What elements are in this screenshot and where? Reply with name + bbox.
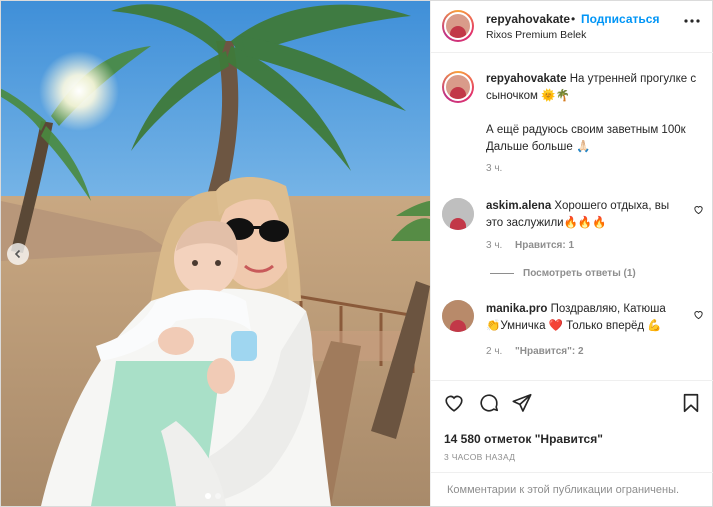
beach-selfie-image — [1, 1, 430, 506]
heart-icon — [694, 311, 703, 320]
comment-line-1: Хорошего отдыха, вы — [554, 200, 670, 212]
location-link[interactable]: Rixos Premium Belek — [486, 29, 586, 41]
comment-username[interactable]: askim.alena — [486, 200, 551, 212]
share-button[interactable] — [511, 392, 533, 417]
carousel-dot-2 — [215, 493, 221, 499]
likes-count[interactable]: 14 580 отметок "Нравится" — [444, 432, 603, 446]
caption-line-3: А ещё радуюсь своим заветным 100к — [486, 124, 686, 136]
view-replies-button[interactable]: Посмотреть ответы (1) — [490, 268, 636, 279]
separator-dot: • — [571, 12, 576, 26]
caption-time[interactable]: 3 ч. — [486, 163, 502, 174]
comment-text: askim.alena Хорошего отдыха, вы это засл… — [486, 198, 686, 232]
comment-likes[interactable]: "Нравится": 2 — [515, 346, 584, 357]
instagram-post: repyahovakate • Подписаться Rixos Premiu… — [0, 0, 713, 507]
post-timestamp[interactable]: 3 ЧАСОВ НАЗАД — [444, 452, 515, 462]
caption-text: repyahovakate На утренней прогулке с сын… — [486, 71, 706, 156]
share-icon — [512, 393, 532, 412]
heart-icon — [694, 206, 703, 215]
previous-slide-button[interactable] — [7, 243, 29, 265]
replies-divider — [490, 273, 514, 274]
carousel-indicator — [205, 493, 221, 499]
more-options-button[interactable] — [682, 11, 702, 36]
caption-username[interactable]: repyahovakate — [486, 73, 567, 85]
comment-line-2: 👏Умничка ❤️ Только вперёд 💪 — [486, 320, 662, 332]
view-replies-label: Посмотреть ответы (1) — [523, 268, 636, 279]
comment-icon — [480, 394, 499, 412]
comment-line-1: Поздравляю, Катюша — [550, 303, 666, 315]
post-actions: 14 580 отметок "Нравится" 3 ЧАСОВ НАЗАД — [431, 380, 713, 480]
follow-button[interactable]: Подписаться — [581, 12, 659, 26]
caption-line-1: На утренней прогулке с — [569, 73, 697, 85]
comment-time[interactable]: 3 ч. — [486, 240, 502, 251]
caption-line-4: Дальше больше 🙏🏻 — [486, 141, 591, 153]
heart-icon — [445, 395, 463, 412]
save-button[interactable] — [680, 392, 702, 417]
comment-text: manika.pro Поздравляю, Катюша 👏Умничка ❤… — [486, 301, 696, 335]
comments-limited-notice: Комментарии к этой публикации ограничены… — [447, 484, 680, 496]
comment-time[interactable]: 2 ч. — [486, 346, 502, 357]
comment-button[interactable] — [478, 392, 500, 417]
like-button[interactable] — [443, 392, 465, 417]
bookmark-icon — [683, 393, 699, 413]
carousel-dot-1 — [205, 493, 211, 499]
caption-line-2: сыночком 🌞🌴 — [486, 90, 570, 102]
comment-like-button[interactable] — [693, 204, 704, 218]
comments-section: repyahovakate На утренней прогулке с сын… — [431, 54, 713, 380]
caption-avatar[interactable] — [442, 71, 474, 103]
comment-likes[interactable]: Нравится: 1 — [515, 240, 574, 251]
post-side-panel: repyahovakate • Подписаться Rixos Premiu… — [430, 1, 713, 506]
more-icon — [684, 19, 700, 23]
author-avatar[interactable] — [442, 10, 474, 42]
post-header: repyahovakate • Подписаться Rixos Premiu… — [431, 1, 713, 53]
post-photo[interactable] — [1, 1, 430, 506]
chevron-left-icon — [14, 249, 21, 259]
commenter-avatar[interactable] — [442, 300, 474, 332]
author-username[interactable]: repyahovakate — [486, 12, 570, 26]
comments-footer: Комментарии к этой публикации ограничены… — [431, 472, 713, 506]
commenter-avatar[interactable] — [442, 198, 474, 230]
comment-username[interactable]: manika.pro — [486, 303, 547, 315]
comment-line-2: это заслужили🔥🔥🔥 — [486, 217, 607, 229]
comment-like-button[interactable] — [693, 309, 704, 323]
